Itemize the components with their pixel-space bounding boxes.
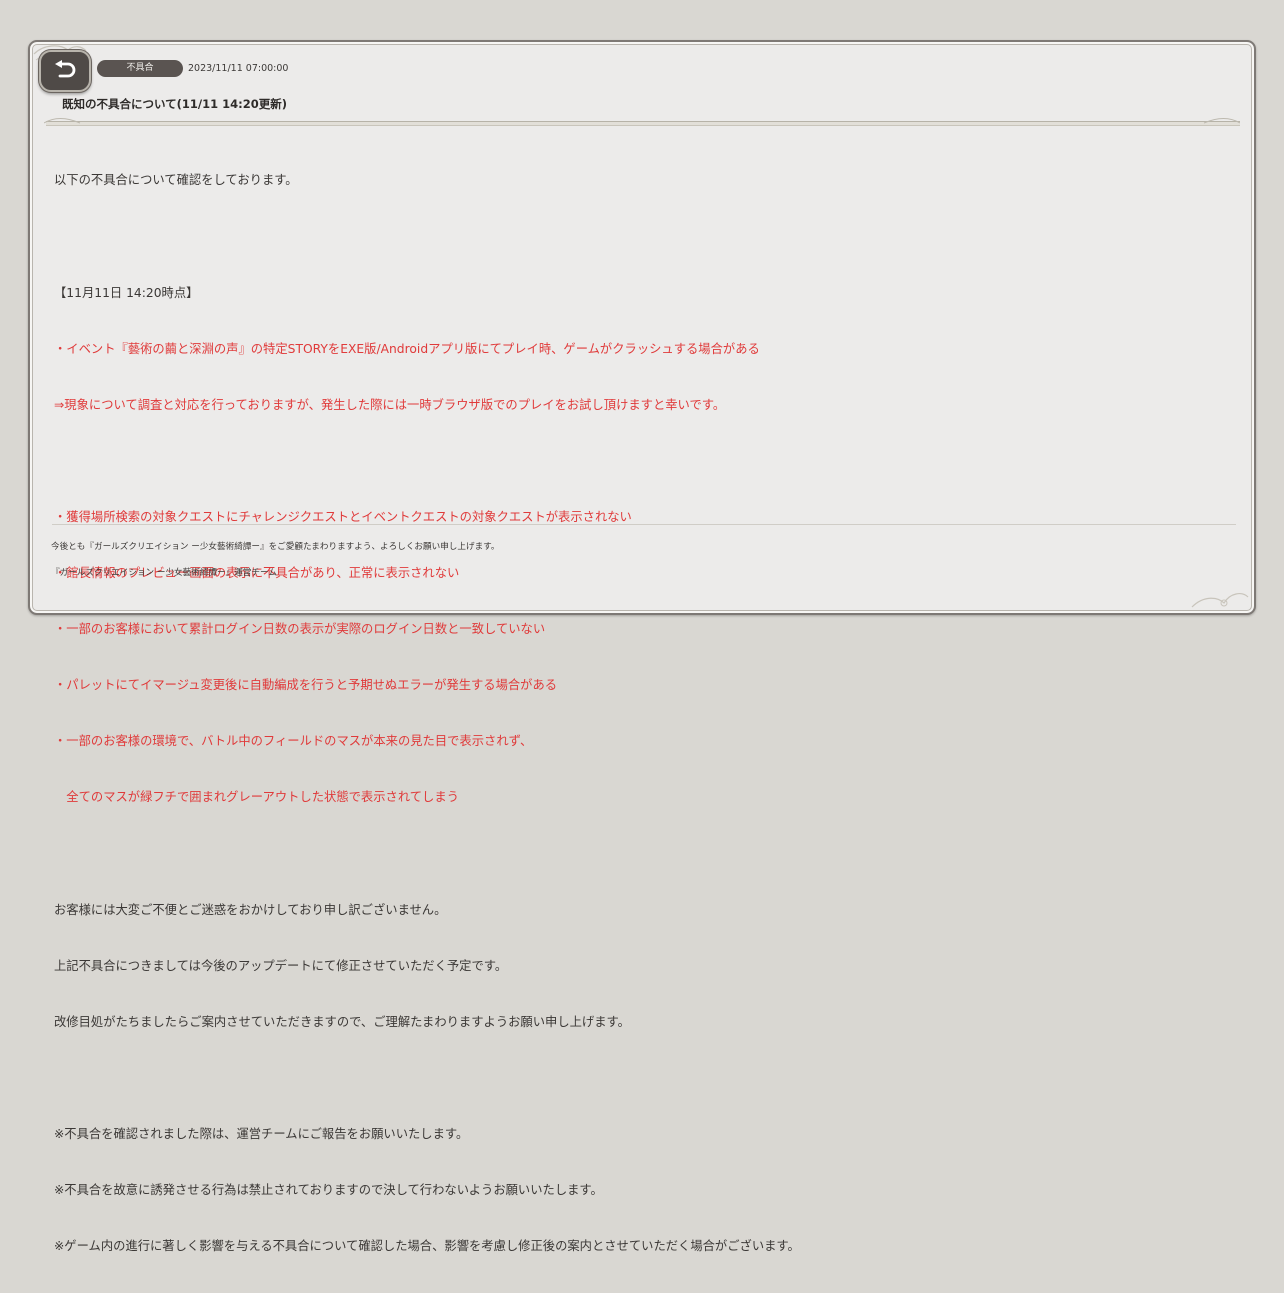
corner-ornament-bottom-right [1191,593,1249,608]
title-divider [46,121,1240,126]
update-heading: 【11月11日 14:20時点】 [54,285,199,300]
issue-line: ・パレットにてイマージュ変更後に自動編成を行うと予期せぬエラーが発生する場合があ… [54,678,558,693]
apology-line: 上記不具合につきましては今後のアップデートにて修正させていただく予定です。 [54,958,508,973]
apology-line: 改修目処がたちましたらご案内させていただきますので、ご理解たまわりますようお願い… [54,1014,630,1029]
issue-line: ⇒現象について調査と対応を行っておりますが、発生した際には一時ブラウザ版でのプレ… [54,397,726,412]
issue-line: 全てのマスが緑フチで囲まれグレーアウトした状態で表示されてしまう [54,790,459,805]
footer-signature: 『ガールズクリエイション ー少女藝術綺譚ー』運営チーム [51,568,277,578]
notice-body: 以下の不具合について確認をしております。 【11月11日 14:20時点】 ・イ… [54,134,800,1293]
apology-line: お客様には大変ご不便とご迷惑をおかけしており申し訳ございません。 [54,902,447,917]
note-line: ※不具合を確認されました際は、運営チームにご報告をお願いいたします。 [54,1127,469,1141]
note-line: ※ゲーム内の進行に著しく影響を与える不具合について確認した場合、影響を考慮し修正… [54,1239,800,1254]
post-date: 2023/11/11 07:00:00 [188,63,289,74]
issue-line: ・一部のお客様の環境で、バトル中のフィールドのマスが本来の見た目で表示されず、 [54,734,533,749]
note-line: ※不具合を故意に誘発させる行為は禁止されておりますので決して行わないようお願いい… [54,1183,603,1198]
footer-message: 今後とも『ガールズクリエイション ー少女藝術綺譚ー』をご愛顧たまわりますよう、よ… [51,542,500,552]
issue-line: ・イベント『藝術の繭と深淵の声』の特定STORYをEXE版/Androidアプリ… [54,341,760,356]
issue-line: ・一部のお客様において累計ログイン日数の表示が実際のログイン日数と一致していない [54,622,546,637]
back-button[interactable] [39,50,91,92]
footer-divider [52,524,1236,525]
notice-panel: 不具合 2023/11/11 07:00:00 既知の不具合について(11/11… [28,40,1256,1253]
intro-text: 以下の不具合について確認をしております。 [54,173,298,188]
notice-title: 既知の不具合について(11/11 14:20更新) [62,97,287,111]
back-arrow-icon [55,60,76,78]
category-badge: 不具合 [97,60,183,77]
